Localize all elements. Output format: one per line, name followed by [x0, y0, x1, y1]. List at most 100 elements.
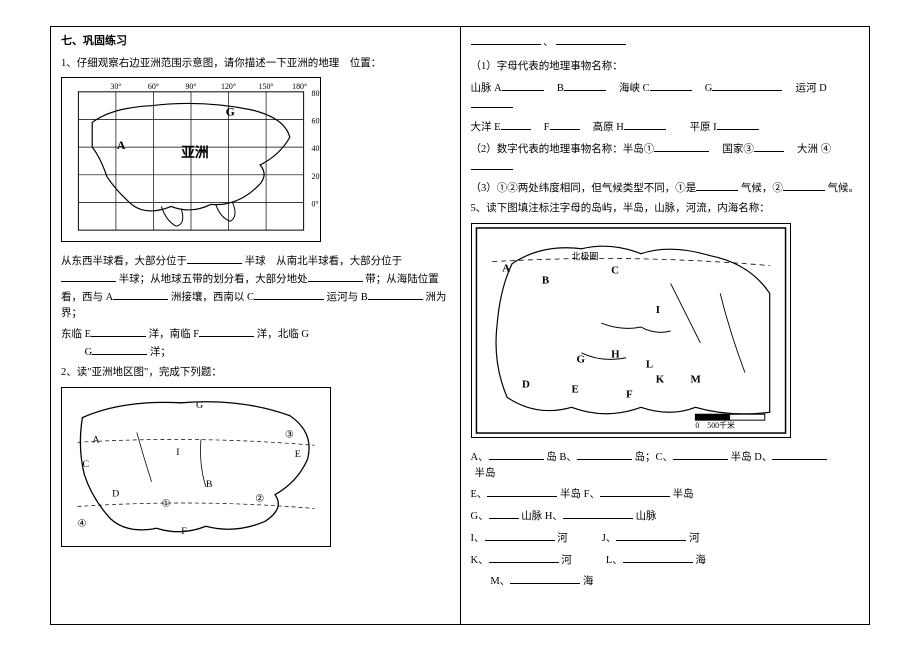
svg-text:L: L: [645, 358, 652, 370]
blank[interactable]: [471, 158, 513, 170]
svg-text:A: A: [502, 262, 510, 274]
svg-text:③: ③: [285, 429, 294, 440]
r-line-ocean: 大洋 E F 高原 H 平原 I: [471, 118, 860, 136]
svg-text:60°: 60°: [312, 117, 320, 126]
svg-text:180°: 180°: [292, 82, 307, 91]
page-root: 七、巩固练习 1、仔细观察右边亚洲范围示意图，请你描述一下亚洲的地理 位置：: [0, 0, 920, 651]
blank[interactable]: [254, 288, 324, 300]
blank[interactable]: [510, 572, 580, 584]
blank[interactable]: [471, 33, 541, 45]
right-column: 、 （1）字母代表的地理事物名称： 山脉 A B 海峡 C G 运河 D 大洋 …: [461, 27, 870, 624]
r-ans-row1: A、 岛 B、 岛；C、 半岛 D、 半岛: [471, 448, 860, 482]
blank[interactable]: [92, 343, 147, 355]
svg-text:①: ①: [161, 498, 170, 509]
svg-text:I: I: [176, 447, 179, 458]
r-ans-row2: E、 半岛 F、 半岛: [471, 485, 860, 503]
blank[interactable]: [650, 79, 692, 91]
svg-text:0 500千米: 0 500千米: [695, 420, 735, 430]
svg-text:K: K: [655, 373, 664, 385]
blank[interactable]: [624, 118, 666, 130]
blank[interactable]: [772, 448, 827, 460]
svg-text:H: H: [611, 348, 620, 360]
svg-text:90°: 90°: [185, 82, 196, 91]
blank[interactable]: [550, 118, 580, 130]
r-q5: 5、读下图填注标注字母的岛屿，半岛，山脉，河流，内海名称：: [471, 201, 860, 217]
blank[interactable]: [501, 118, 531, 130]
svg-text:北极圈: 北极圈: [571, 250, 598, 261]
svg-text:150°: 150°: [259, 82, 274, 91]
q1-intro: 1、仔细观察右边亚洲范围示意图，请你描述一下亚洲的地理 位置：: [61, 56, 450, 72]
blank[interactable]: [623, 551, 693, 563]
svg-text:G: G: [576, 353, 585, 365]
svg-text:I: I: [655, 304, 659, 316]
svg-text:G: G: [196, 399, 203, 410]
svg-text:C: C: [82, 459, 89, 470]
blank[interactable]: [502, 79, 544, 91]
svg-text:120°: 120°: [221, 82, 236, 91]
map3-svg: 0 500千米 A B 北极圈 C D E F G H I K L M: [472, 224, 790, 437]
blank[interactable]: [113, 288, 168, 300]
blank[interactable]: [712, 79, 782, 91]
blank[interactable]: [187, 252, 242, 264]
svg-text:A: A: [92, 434, 100, 445]
blank[interactable]: [577, 448, 632, 460]
blank[interactable]: [308, 270, 363, 282]
blank[interactable]: [61, 270, 116, 282]
blank[interactable]: [717, 118, 759, 130]
blank[interactable]: [485, 529, 555, 541]
blank[interactable]: [600, 485, 670, 497]
svg-text:B: B: [206, 478, 213, 489]
svg-text:A: A: [117, 138, 126, 152]
svg-text:F: F: [626, 388, 633, 400]
svg-text:30°: 30°: [110, 82, 121, 91]
q2-intro: 2、读"亚洲地区图"，完成下列题：: [61, 365, 450, 381]
blank[interactable]: [563, 507, 633, 519]
r-ans-row5: K、 河 L、 海: [471, 551, 860, 569]
svg-text:E: E: [571, 383, 578, 395]
q1-body-1: 从东西半球看，大部分位于 半球 从南北半球看，大部分位于 半球；从地球五带的划分…: [61, 252, 450, 321]
map2-svg: A B C D E F G I ① ② ③ ④: [62, 388, 330, 546]
blank[interactable]: [489, 507, 519, 519]
europe-map: 0 500千米 A B 北极圈 C D E F G H I K L M: [471, 223, 791, 438]
left-column: 七、巩固练习 1、仔细观察右边亚洲范围示意图，请你描述一下亚洲的地理 位置：: [51, 27, 461, 624]
blank[interactable]: [368, 288, 423, 300]
r-q3: （3）①②两处纬度相同，但气候类型不同，①是 气候，② 气候。: [471, 179, 860, 197]
r-ans-row6: M、M、 海: [471, 572, 860, 590]
content-frame: 七、巩固练习 1、仔细观察右边亚洲范围示意图，请你描述一下亚洲的地理 位置：: [50, 26, 870, 625]
r-ans-row4: I、 河 J、 河: [471, 529, 860, 547]
blank[interactable]: [754, 140, 784, 152]
blank[interactable]: [673, 448, 728, 460]
blank[interactable]: [91, 325, 146, 337]
q1-body-2: 东临 E 洋，南临 F 洋，北临 G 洋； G 洋；: [61, 325, 450, 361]
blank[interactable]: [616, 529, 686, 541]
blank[interactable]: [783, 179, 825, 191]
svg-text:0°: 0°: [312, 200, 319, 209]
blank[interactable]: [556, 33, 626, 45]
svg-text:M: M: [690, 373, 700, 385]
asia-region-map: A B C D E F G I ① ② ③ ④: [61, 387, 331, 547]
blank[interactable]: [471, 96, 513, 108]
svg-text:D: D: [522, 378, 530, 390]
blank[interactable]: [489, 448, 544, 460]
svg-text:80°: 80°: [312, 89, 320, 98]
r-line-mountain: 山脉 A B 海峡 C G 运河 D: [471, 79, 860, 115]
top-blank-line: 、: [471, 33, 860, 51]
r-q2: （2）数字代表的地理事物名称：半岛① 国家③ 大洲 ④: [471, 140, 860, 176]
blank[interactable]: [696, 179, 738, 191]
r-q1-head: （1）字母代表的地理事物名称：: [471, 59, 860, 75]
blank[interactable]: [564, 79, 606, 91]
svg-text:②: ②: [255, 493, 264, 504]
svg-text:G: G: [226, 105, 235, 119]
blank[interactable]: [489, 551, 559, 563]
svg-text:④: ④: [78, 518, 87, 529]
blank[interactable]: [654, 140, 709, 152]
svg-text:C: C: [611, 264, 619, 276]
svg-text:F: F: [181, 526, 187, 537]
section-title: 七、巩固练习: [61, 33, 450, 50]
blank[interactable]: [487, 485, 557, 497]
svg-text:E: E: [295, 449, 301, 460]
svg-text:40°: 40°: [312, 144, 320, 153]
svg-text:B: B: [541, 274, 548, 286]
svg-text:D: D: [112, 488, 119, 499]
blank[interactable]: [199, 325, 254, 337]
